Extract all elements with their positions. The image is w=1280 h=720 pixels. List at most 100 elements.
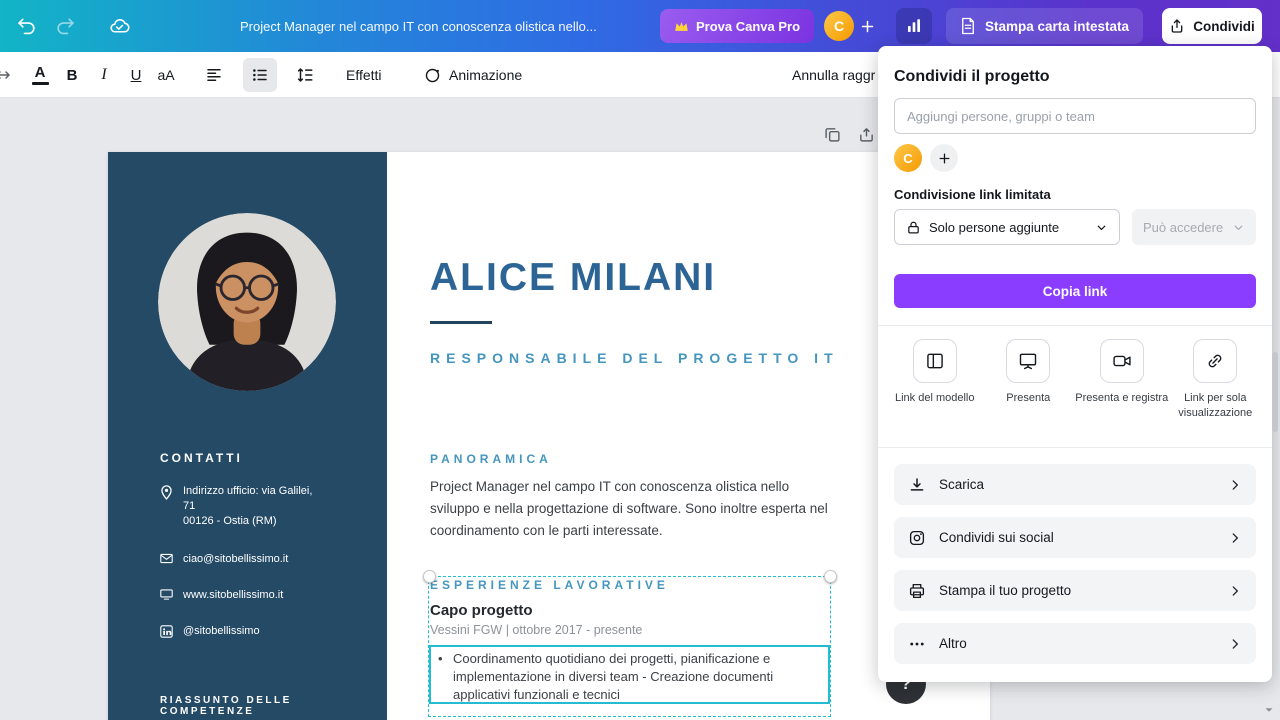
job-bullet[interactable]: • Coordinamento quotidiano dei progetti,… xyxy=(438,650,824,704)
scrollbar-thumb[interactable] xyxy=(1272,352,1278,432)
duplicate-icon xyxy=(824,126,841,143)
selection-handle-top-left[interactable] xyxy=(423,570,436,583)
contact-website[interactable]: www.sitobellissimo.it xyxy=(160,588,283,603)
bullet-list-button[interactable] xyxy=(243,58,277,92)
document-icon xyxy=(960,17,976,35)
share-icon xyxy=(1169,18,1185,34)
view-only-link-option[interactable]: Link per sola visualizzazione xyxy=(1169,339,1263,421)
line-spacing-button[interactable] xyxy=(289,59,321,91)
bold-button[interactable]: B xyxy=(56,59,88,91)
chevron-right-icon xyxy=(1228,531,1242,545)
download-row[interactable]: Scarica xyxy=(894,464,1256,505)
job-title[interactable]: Capo progetto xyxy=(430,602,533,619)
share-button[interactable]: Condividi xyxy=(1162,8,1262,44)
contacts-heading: CONTATTI xyxy=(160,451,243,465)
link-permission-dropdown[interactable]: Può accedere xyxy=(1132,209,1256,245)
resume-sidebar: CONTATTI Indirizzo ufficio: via Galilei,… xyxy=(108,152,387,720)
selection-handle-top-right[interactable] xyxy=(824,570,837,583)
add-collaborator-button[interactable] xyxy=(930,144,958,172)
invite-member-button[interactable] xyxy=(852,11,882,41)
crown-icon xyxy=(674,20,689,33)
present-record-option[interactable]: Presenta e registra xyxy=(1075,339,1169,421)
bullet-list-icon xyxy=(251,66,269,84)
underline-button[interactable]: U xyxy=(120,59,152,91)
resume-role[interactable]: RESPONSABILE DEL PROGETTO IT xyxy=(430,350,839,366)
linkedin-icon xyxy=(160,624,173,639)
resume-page[interactable]: CONTATTI Indirizzo ufficio: via Galilei,… xyxy=(108,152,990,720)
redo-button[interactable] xyxy=(46,7,84,45)
user-avatar[interactable]: C xyxy=(824,11,854,41)
bar-chart-icon xyxy=(905,17,923,35)
present-icon xyxy=(1006,339,1050,383)
overview-heading[interactable]: PANORAMICA xyxy=(430,452,552,466)
experience-heading[interactable]: ESPERIENZE LAVORATIVE xyxy=(430,578,669,592)
present-record-icon xyxy=(1100,339,1144,383)
contact-address[interactable]: Indirizzo ufficio: via Galilei, 71 00126… xyxy=(160,484,312,529)
ungroup-button[interactable]: Annulla raggr xyxy=(784,59,883,91)
share-panel: Condividi il progetto C Condivisione lin… xyxy=(878,46,1272,682)
social-icon xyxy=(908,529,926,547)
line-spacing-icon xyxy=(296,66,314,84)
more-dots-icon xyxy=(908,635,926,653)
link-access-dropdown[interactable]: Solo persone aggiunte xyxy=(894,209,1120,245)
printer-icon xyxy=(908,582,926,600)
divider xyxy=(878,325,1272,326)
resume-name[interactable]: ALICE MILANI xyxy=(430,256,716,300)
print-project-row[interactable]: Stampa il tuo progetto xyxy=(894,570,1256,611)
export-page-button[interactable] xyxy=(852,120,880,148)
text-case-button[interactable]: aA xyxy=(150,59,182,91)
contact-linkedin[interactable]: @sitobellissimo xyxy=(160,624,260,639)
alignment-button[interactable] xyxy=(198,59,230,91)
share-panel-title: Condividi il progetto xyxy=(894,68,1050,86)
template-link-icon xyxy=(913,339,957,383)
view-only-link-icon xyxy=(1193,339,1237,383)
try-canva-pro-button[interactable]: Prova Canva Pro xyxy=(660,9,814,43)
plus-icon xyxy=(860,19,875,34)
website-icon xyxy=(160,588,173,603)
page-upload-icon xyxy=(858,126,875,143)
undo-button[interactable] xyxy=(8,7,46,45)
link-access-label: Condivisione link limitata xyxy=(894,187,1051,202)
redo-icon xyxy=(55,16,75,36)
collaborator-avatar[interactable]: C xyxy=(894,144,922,172)
overview-body[interactable]: Project Manager nel campo IT con conosce… xyxy=(430,476,832,542)
chevron-down-icon xyxy=(1095,221,1108,234)
share-social-row[interactable]: Condividi sui social xyxy=(894,517,1256,558)
present-option[interactable]: Presenta xyxy=(982,339,1076,421)
canva-app: Project Manager nel campo IT con conosce… xyxy=(0,0,1280,720)
download-icon xyxy=(908,476,926,494)
print-letterhead-button[interactable]: Stampa carta intestata xyxy=(946,8,1143,44)
plus-icon xyxy=(938,152,951,165)
chevron-right-icon xyxy=(1228,637,1242,651)
clipped-toolbar-icon[interactable] xyxy=(0,59,19,91)
skills-heading: RIASSUNTO DELLE COMPETENZE xyxy=(160,695,387,717)
document-title[interactable]: Project Manager nel campo IT con conosce… xyxy=(240,0,597,52)
animate-button[interactable]: Animazione xyxy=(416,59,530,91)
divider xyxy=(878,447,1272,448)
save-status-icon xyxy=(100,7,138,45)
location-pin-icon xyxy=(160,484,173,529)
more-row[interactable]: Altro xyxy=(894,623,1256,664)
animate-icon xyxy=(424,67,441,84)
add-people-input[interactable] xyxy=(894,98,1256,134)
share-options-row: Link del modello Presenta Presenta e reg… xyxy=(888,339,1262,421)
template-link-option[interactable]: Link del modello xyxy=(888,339,982,421)
align-left-icon xyxy=(205,66,223,84)
top-bar: Project Manager nel campo IT con conosce… xyxy=(0,0,1280,52)
effects-button[interactable]: Effetti xyxy=(338,59,390,91)
profile-photo[interactable] xyxy=(158,213,336,391)
chevron-right-icon xyxy=(1228,478,1242,492)
chevron-down-icon xyxy=(1232,221,1245,234)
insights-button[interactable] xyxy=(896,8,932,44)
job-meta[interactable]: Vessini FGW | ottobre 2017 - presente xyxy=(430,623,642,637)
name-underline-rule xyxy=(430,321,492,324)
contact-email[interactable]: ciao@sitobellissimo.it xyxy=(160,552,288,567)
copy-link-button[interactable]: Copia link xyxy=(894,274,1256,308)
italic-button[interactable]: I xyxy=(88,59,120,91)
chevron-right-icon xyxy=(1228,584,1242,598)
envelope-icon xyxy=(160,552,173,567)
text-color-button[interactable]: A xyxy=(24,59,56,91)
scroll-down-arrow[interactable] xyxy=(1262,702,1278,718)
lock-icon xyxy=(906,220,921,235)
duplicate-page-button[interactable] xyxy=(818,120,846,148)
